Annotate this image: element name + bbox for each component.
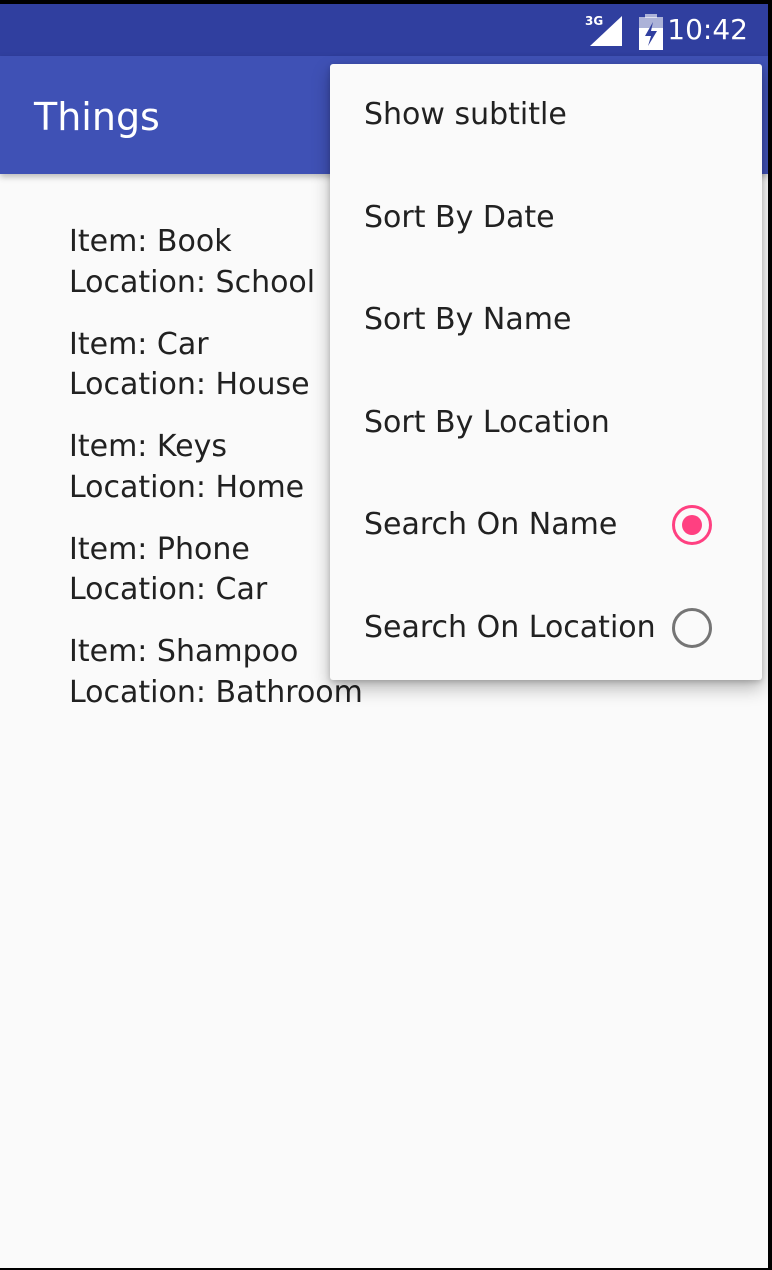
search-on-location-radio[interactable] bbox=[672, 607, 712, 648]
search-on-name-radio[interactable] bbox=[672, 505, 712, 546]
menu-item-show-subtitle[interactable]: Show subtitle bbox=[330, 64, 762, 167]
menu-item-label: Search On Name bbox=[364, 507, 618, 543]
menu-item-label: Sort By Location bbox=[364, 404, 610, 440]
radio-checked-dot bbox=[682, 515, 702, 536]
menu-item-sort-by-location[interactable]: Sort By Location bbox=[330, 372, 762, 475]
menu-item-label: Sort By Date bbox=[364, 199, 555, 235]
app-screen: 3G 10:42 Things Item: Book Location: Sch… bbox=[0, 4, 768, 1268]
overflow-menu: Show subtitle Sort By Date Sort By Name … bbox=[330, 64, 762, 680]
menu-item-label: Sort By Name bbox=[364, 302, 572, 338]
menu-item-sort-by-date[interactable]: Sort By Date bbox=[330, 167, 762, 270]
menu-item-sort-by-name[interactable]: Sort By Name bbox=[330, 269, 762, 372]
menu-item-label: Search On Location bbox=[364, 609, 656, 645]
menu-item-search-on-name[interactable]: Search On Name bbox=[330, 474, 762, 577]
menu-item-label: Show subtitle bbox=[364, 97, 567, 133]
menu-item-search-on-location[interactable]: Search On Location bbox=[330, 577, 762, 680]
